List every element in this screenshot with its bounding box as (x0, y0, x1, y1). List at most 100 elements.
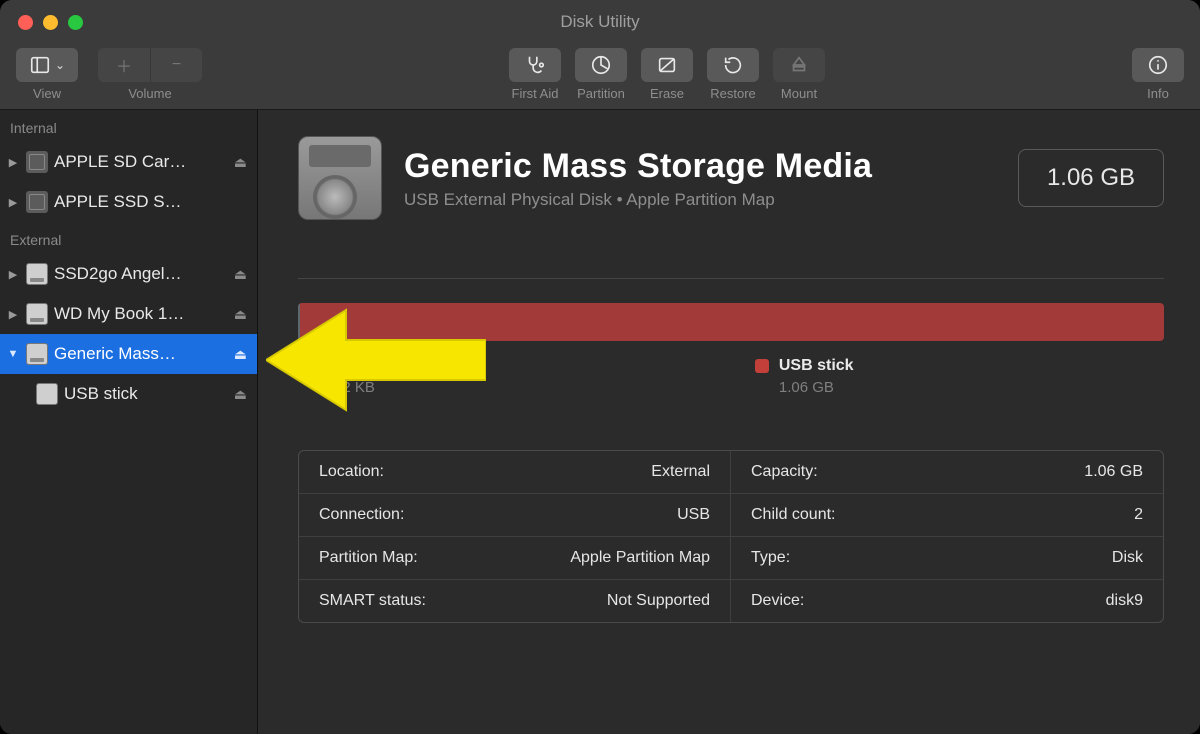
info-row-type: Type: Disk (731, 537, 1163, 580)
disk-header: Generic Mass Storage Media USB External … (298, 136, 1164, 220)
eject-icon[interactable]: ⏏ (234, 346, 247, 363)
drive-icon (26, 191, 48, 213)
info-key: Connection: (319, 506, 404, 524)
sidebar-item-label: Generic Mass… (54, 344, 228, 364)
info-row-device: Device: disk9 (731, 580, 1163, 622)
toolbar: ⌄ View ＋ − Volume First Aid (0, 44, 1200, 110)
pie-icon (590, 54, 612, 76)
volume-group: ＋ − Volume (98, 44, 202, 101)
info-key: Child count: (751, 506, 836, 524)
info-value: Disk (1112, 549, 1143, 567)
center-tools: First Aid Partition Erase Restore (509, 44, 825, 101)
capacity-box: 1.06 GB (1018, 149, 1164, 207)
minus-icon: − (172, 56, 181, 74)
partition-label: Partition (577, 86, 625, 101)
disk-subtitle: USB External Physical Disk • Apple Parti… (404, 190, 872, 210)
erase-button[interactable] (641, 48, 693, 82)
sidebar-item-label: USB stick (64, 384, 228, 404)
erase-icon (656, 54, 678, 76)
info-value: Apple Partition Map (570, 549, 710, 567)
volume-remove-button[interactable]: − (150, 48, 202, 82)
first-aid-button[interactable] (509, 48, 561, 82)
legend-size: 1.06 GB (779, 379, 854, 396)
volume-add-button[interactable]: ＋ (98, 48, 150, 82)
first-aid-label: First Aid (512, 86, 559, 101)
info-table: Location:External Capacity:1.06 GB Conne… (298, 450, 1164, 623)
titlebar: Disk Utility (0, 0, 1200, 44)
chevron-right-icon: ▶ (6, 196, 20, 209)
volume-label: Volume (128, 86, 171, 101)
sidebar-item-external-1[interactable]: ▶ WD My Book 1… ⏏ (0, 294, 257, 334)
chevron-down-icon: ⌄ (55, 58, 65, 72)
swatch-icon (755, 359, 769, 373)
eject-icon[interactable]: ⏏ (234, 266, 247, 283)
chevron-right-icon: ▶ (6, 308, 20, 321)
partition-button[interactable] (575, 48, 627, 82)
sidebar-item-label: WD My Book 1… (54, 304, 228, 324)
eject-icon[interactable]: ⏏ (234, 306, 247, 323)
drive-icon (26, 263, 48, 285)
info-icon (1147, 54, 1169, 76)
mount-button[interactable] (773, 48, 825, 82)
info-row-smart: SMART status: Not Supported (299, 580, 731, 622)
info-row-partition-map: Partition Map: Apple Partition Map (299, 537, 731, 580)
sidebar-section-internal: Internal (0, 110, 257, 142)
info-value: 1.06 GB (1084, 463, 1143, 481)
legend-item-0: k9s1 32 KB (310, 357, 375, 396)
plus-icon: ＋ (116, 53, 132, 77)
sidebar-item-internal-1[interactable]: ▶ APPLE SSD S… (0, 182, 257, 222)
mount-label: Mount (781, 86, 817, 101)
window-title: Disk Utility (0, 12, 1200, 32)
disk-utility-window: Disk Utility ⌄ View ＋ − Volume First Aid (0, 0, 1200, 734)
restore-button[interactable] (707, 48, 759, 82)
mount-icon (788, 54, 810, 76)
info-key: SMART status: (319, 592, 426, 610)
disk-hero-icon (298, 136, 382, 220)
view-group: ⌄ View (16, 44, 78, 101)
drive-icon (36, 383, 58, 405)
info-value: Not Supported (607, 592, 710, 610)
chevron-down-icon: ▼ (6, 348, 20, 360)
sidebar-item-label: APPLE SD Car… (54, 152, 228, 172)
info-label: Info (1147, 86, 1169, 101)
view-button[interactable]: ⌄ (16, 48, 78, 82)
view-sidebar-icon (29, 54, 51, 76)
info-button[interactable] (1132, 48, 1184, 82)
sidebar-item-internal-0[interactable]: ▶ APPLE SD Car… ⏏ (0, 142, 257, 182)
info-row-connection: Connection: USB (299, 494, 731, 537)
eject-icon[interactable]: ⏏ (234, 386, 247, 403)
main-panel: Generic Mass Storage Media USB External … (258, 110, 1200, 734)
sidebar: Internal ▶ APPLE SD Car… ⏏ ▶ APPLE SSD S… (0, 110, 258, 734)
divider (298, 278, 1164, 279)
sidebar-item-external-2[interactable]: ▼ Generic Mass… ⏏ (0, 334, 257, 374)
stethoscope-icon (524, 54, 546, 76)
restore-label: Restore (710, 86, 756, 101)
sidebar-item-external-0[interactable]: ▶ SSD2go Angel… ⏏ (0, 254, 257, 294)
info-value: 2 (1134, 506, 1143, 524)
drive-icon (26, 343, 48, 365)
chevron-right-icon: ▶ (6, 156, 20, 169)
legend-name: USB stick (779, 357, 854, 375)
info-value: External (651, 463, 710, 481)
drive-icon (26, 151, 48, 173)
swatch-icon (310, 359, 324, 373)
drive-icon (26, 303, 48, 325)
erase-label: Erase (650, 86, 684, 101)
view-label: View (33, 86, 61, 101)
info-key: Partition Map: (319, 549, 418, 567)
sidebar-section-external: External (0, 222, 257, 254)
sidebar-item-external-3[interactable]: USB stick ⏏ (0, 374, 257, 414)
restore-icon (722, 54, 744, 76)
legend-name: k9s1 (334, 357, 370, 375)
chevron-right-icon: ▶ (6, 268, 20, 281)
info-row-child-count: Child count: 2 (731, 494, 1163, 537)
info-key: Device: (751, 592, 804, 610)
info-key: Capacity: (751, 463, 818, 481)
disk-title: Generic Mass Storage Media (404, 147, 872, 186)
info-key: Type: (751, 549, 790, 567)
info-value: USB (677, 506, 710, 524)
legend-item-1: USB stick 1.06 GB (755, 357, 854, 396)
eject-icon[interactable]: ⏏ (234, 154, 247, 171)
info-value: disk9 (1106, 592, 1143, 610)
usage-segment-boot (298, 303, 300, 341)
